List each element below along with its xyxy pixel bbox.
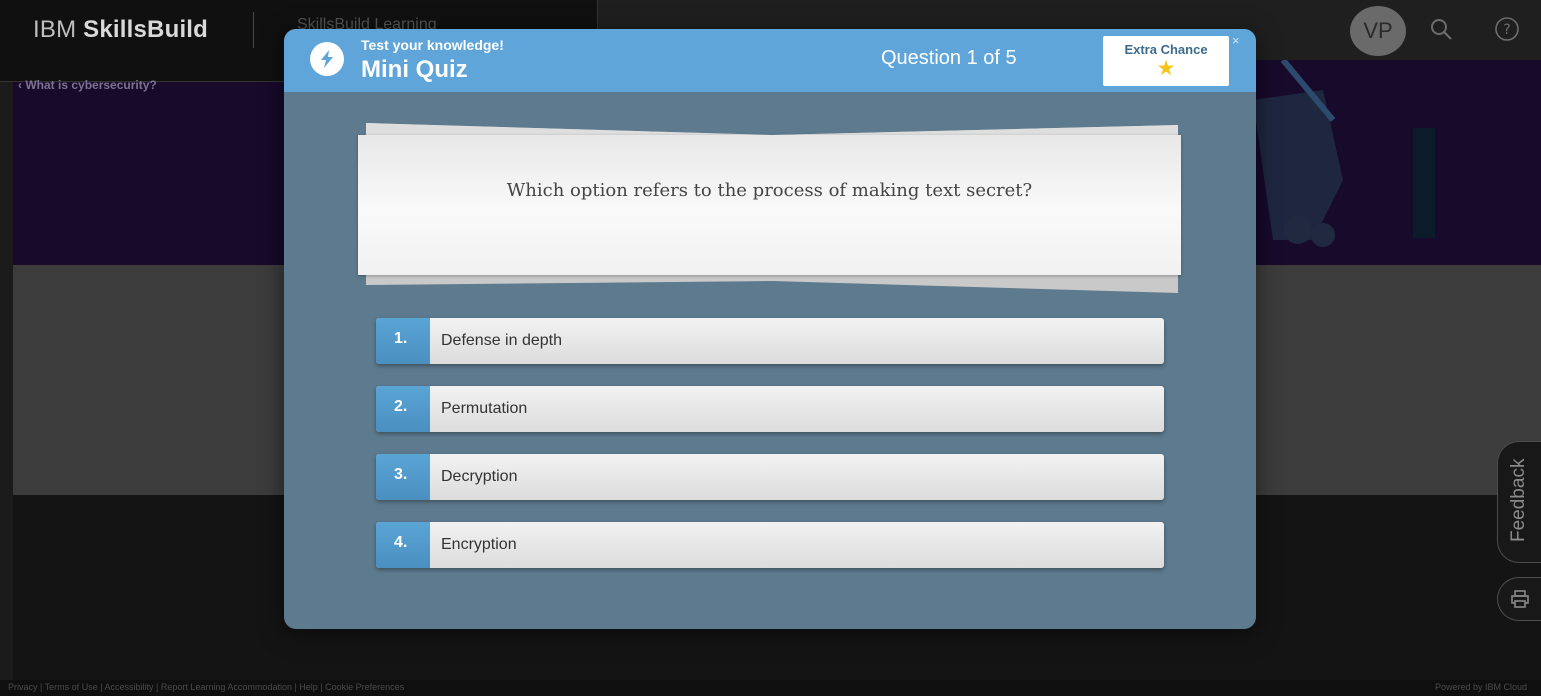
footer-powered-by: Powered by IBM Cloud	[1434, 682, 1527, 692]
answer-option-2[interactable]: 2. Permutation	[376, 386, 1164, 432]
option-number: 1.	[376, 318, 430, 364]
brand-logo[interactable]: IBM SkillsBuild	[33, 16, 208, 44]
feedback-tab[interactable]: Feedback	[1497, 441, 1541, 563]
option-text: Defense in depth	[441, 332, 562, 349]
print-icon	[1510, 590, 1529, 608]
question-text: Which option refers to the process of ma…	[506, 179, 1033, 201]
option-number: 4.	[376, 522, 430, 568]
extra-chance-badge[interactable]: Extra Chance ★	[1103, 36, 1229, 86]
extra-chance-label: Extra Chance	[1124, 42, 1208, 57]
answer-option-1[interactable]: 1. Defense in depth	[376, 318, 1164, 364]
footer-links[interactable]: Privacy | Terms of Use | Accessibility |…	[8, 682, 404, 692]
lightning-bolt-icon	[310, 42, 344, 76]
brand-divider	[253, 12, 254, 48]
quiz-header: Test your knowledge! Mini Quiz Question …	[284, 29, 1256, 92]
star-icon: ★	[1156, 57, 1176, 80]
option-number: 2.	[376, 386, 430, 432]
footer: Privacy | Terms of Use | Accessibility |…	[0, 680, 1541, 696]
answer-option-3[interactable]: 3. Decryption	[376, 454, 1164, 500]
svg-text:?: ?	[1503, 22, 1510, 38]
close-icon[interactable]: ×	[1232, 33, 1240, 48]
question-progress: Question 1 of 5	[881, 47, 1017, 69]
feedback-label: Feedback	[1508, 458, 1529, 542]
print-button[interactable]	[1497, 577, 1541, 621]
quiz-title: Mini Quiz	[361, 56, 468, 83]
quiz-kicker: Test your knowledge!	[361, 37, 504, 53]
screen: VP ? ‹ What is cybersecurity? Privacy | …	[0, 0, 1541, 696]
left-edge-strip	[0, 0, 13, 696]
search-icon[interactable]	[1426, 14, 1456, 44]
avatar-initials: VP	[1363, 18, 1393, 43]
option-text: Encryption	[441, 536, 517, 553]
user-avatar[interactable]: VP	[1350, 6, 1406, 56]
help-icon[interactable]: ?	[1492, 14, 1522, 44]
option-text: Decryption	[441, 468, 518, 485]
back-link[interactable]: ‹ What is cybersecurity?	[18, 78, 157, 92]
answer-option-4[interactable]: 4. Encryption	[376, 522, 1164, 568]
option-text: Permutation	[441, 400, 528, 417]
back-link-label: What is cybersecurity?	[25, 78, 157, 92]
question-card: Which option refers to the process of ma…	[358, 135, 1181, 275]
mini-quiz-modal: Test your knowledge! Mini Quiz Question …	[284, 29, 1256, 629]
option-number: 3.	[376, 454, 430, 500]
